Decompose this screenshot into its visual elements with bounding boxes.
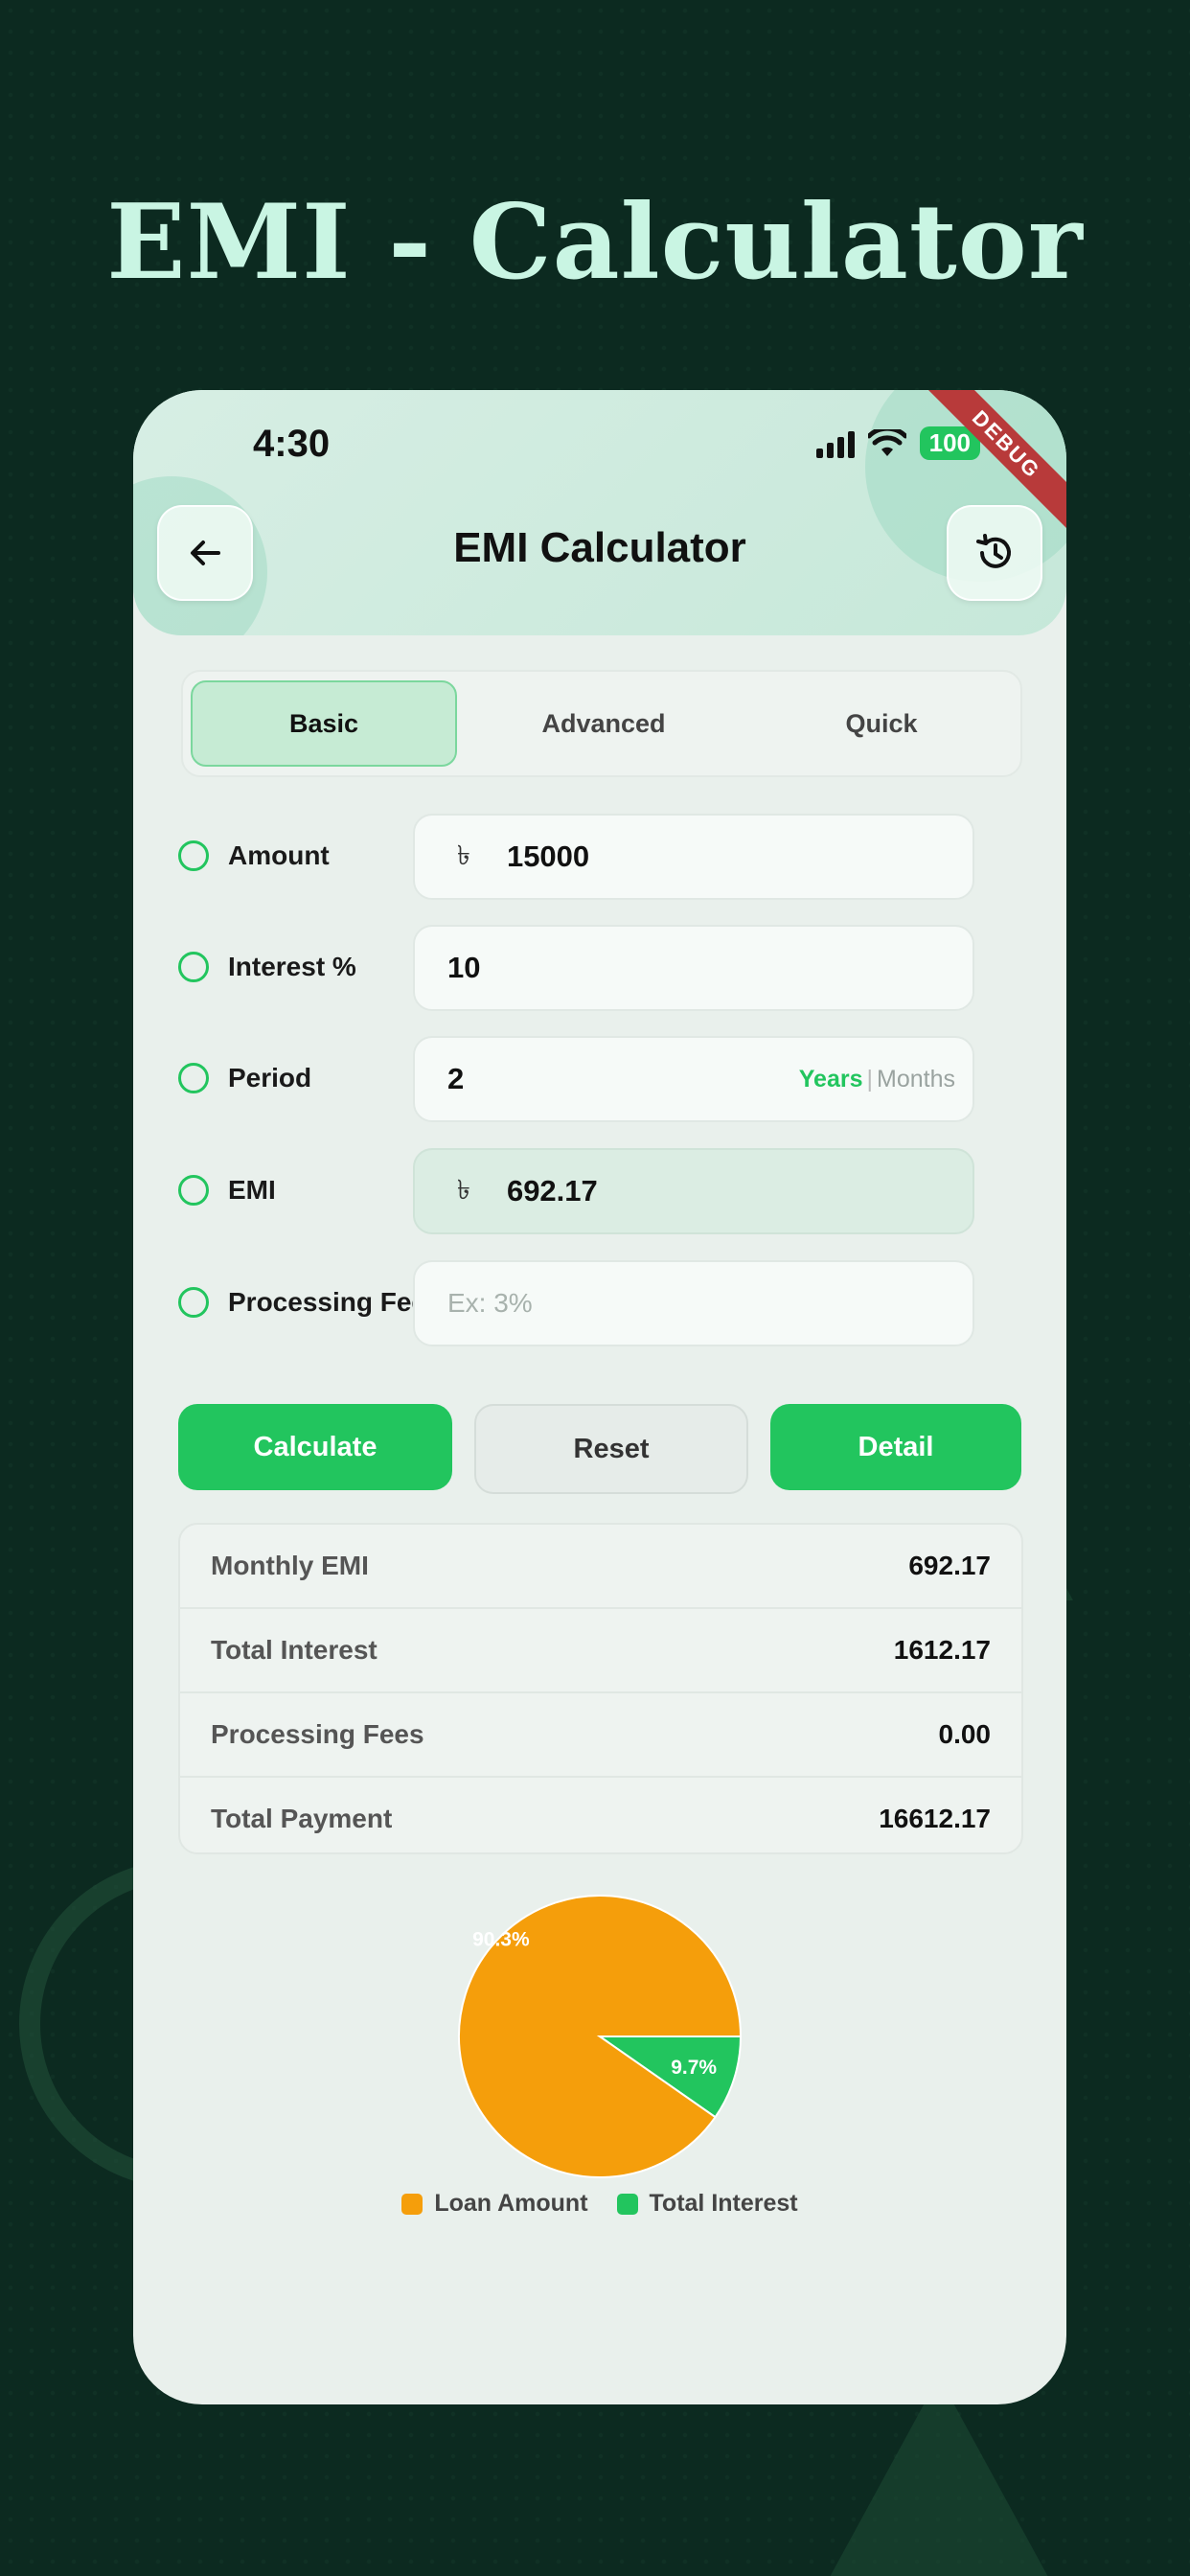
period-unit-toggle: Years | Months — [799, 1066, 955, 1093]
currency-symbol: ৳ — [457, 840, 470, 870]
pie-slice-label: 9.7% — [671, 2057, 717, 2079]
result-label: Total Payment — [211, 1804, 393, 1833]
signal-icon — [815, 429, 855, 458]
history-icon — [976, 534, 1011, 568]
interest-radio[interactable] — [178, 952, 209, 982]
currency-symbol: ৳ — [457, 1174, 470, 1205]
reset-button[interactable]: Reset — [474, 1404, 748, 1494]
period-radio[interactable] — [178, 1063, 209, 1093]
legend-label: Total Interest — [649, 2190, 798, 2217]
emi-output: ৳ 692.17 — [413, 1148, 974, 1234]
background-triangle — [824, 2377, 1054, 2576]
processing-fee-placeholder: Ex: 3% — [447, 1288, 533, 1318]
table-row: Total Payment 16612.17 — [180, 1778, 1021, 1852]
tab-quick[interactable]: Quick — [750, 682, 1013, 765]
emi-value: 692.17 — [506, 1174, 598, 1208]
phone-screen: 4:30 100 DEBUG EMI Calculator Basic Adva… — [133, 390, 1066, 2404]
history-button[interactable] — [947, 505, 1042, 601]
result-label: Processing Fees — [211, 1719, 424, 1749]
emi-row: EMI ৳ 692.17 — [178, 1148, 1021, 1234]
interest-row: Interest % 10 — [178, 925, 1021, 1011]
legend-label: Loan Amount — [434, 2190, 588, 2217]
unit-months[interactable]: Months — [877, 1066, 955, 1092]
tab-advanced[interactable]: Advanced — [472, 682, 735, 765]
wifi-icon — [867, 428, 906, 456]
unit-separator: | — [866, 1065, 874, 1092]
table-row: Total Interest 1612.17 — [180, 1609, 1021, 1693]
period-input[interactable]: 2 Years | Months — [413, 1036, 974, 1122]
results-table: Monthly EMI 692.17 Total Interest 1612.1… — [178, 1523, 1023, 1854]
calculate-button[interactable]: Calculate — [178, 1404, 452, 1490]
processing-fee-radio[interactable] — [178, 1287, 209, 1318]
amount-input[interactable]: ৳ 15000 — [413, 814, 974, 900]
legend-swatch — [401, 2193, 423, 2215]
table-row: Monthly EMI 692.17 — [180, 1525, 1021, 1609]
status-time: 4:30 — [253, 423, 331, 465]
detail-button[interactable]: Detail — [770, 1404, 1021, 1490]
result-label: Total Interest — [211, 1635, 378, 1665]
interest-value: 10 — [447, 951, 481, 984]
result-label: Monthly EMI — [211, 1551, 369, 1580]
period-value: 2 — [447, 1062, 465, 1095]
processing-fee-input[interactable]: Ex: 3% — [413, 1260, 974, 1346]
result-value: 0.00 — [938, 1719, 992, 1749]
legend-item-interest: Total Interest — [616, 2190, 798, 2218]
processing-fee-row: Processing Fee % Ex: 3% — [178, 1260, 1021, 1346]
period-row: Period 2 Years | Months — [178, 1036, 1021, 1122]
pie-slice-label: 90.3% — [472, 1929, 530, 1951]
result-value: 692.17 — [908, 1551, 991, 1580]
status-icons: 100 — [815, 426, 980, 460]
unit-years[interactable]: Years — [799, 1066, 863, 1092]
amount-row: Amount ৳ 15000 — [178, 814, 1021, 900]
result-value: 1612.17 — [893, 1635, 991, 1665]
pie-chart: 9.7% 90.3% — [458, 1895, 743, 2178]
page-title: EMI Calculator — [453, 524, 746, 571]
emi-radio[interactable] — [178, 1175, 209, 1206]
chart-legend: Loan Amount Total Interest — [133, 2190, 1066, 2218]
legend-item-loan: Loan Amount — [401, 2190, 588, 2218]
interest-input[interactable]: 10 — [413, 925, 974, 1011]
table-row: Processing Fees 0.00 — [180, 1693, 1021, 1778]
amount-value: 15000 — [506, 840, 590, 873]
amount-radio[interactable] — [178, 840, 209, 871]
app-bar: 4:30 100 DEBUG EMI Calculator — [133, 390, 1066, 635]
result-value: 16612.17 — [879, 1804, 991, 1833]
mode-tabs: Basic Advanced Quick — [181, 670, 1022, 777]
promo-headline: EMI - Calculator — [106, 182, 1084, 303]
tab-basic[interactable]: Basic — [191, 680, 457, 767]
legend-swatch — [616, 2193, 638, 2215]
